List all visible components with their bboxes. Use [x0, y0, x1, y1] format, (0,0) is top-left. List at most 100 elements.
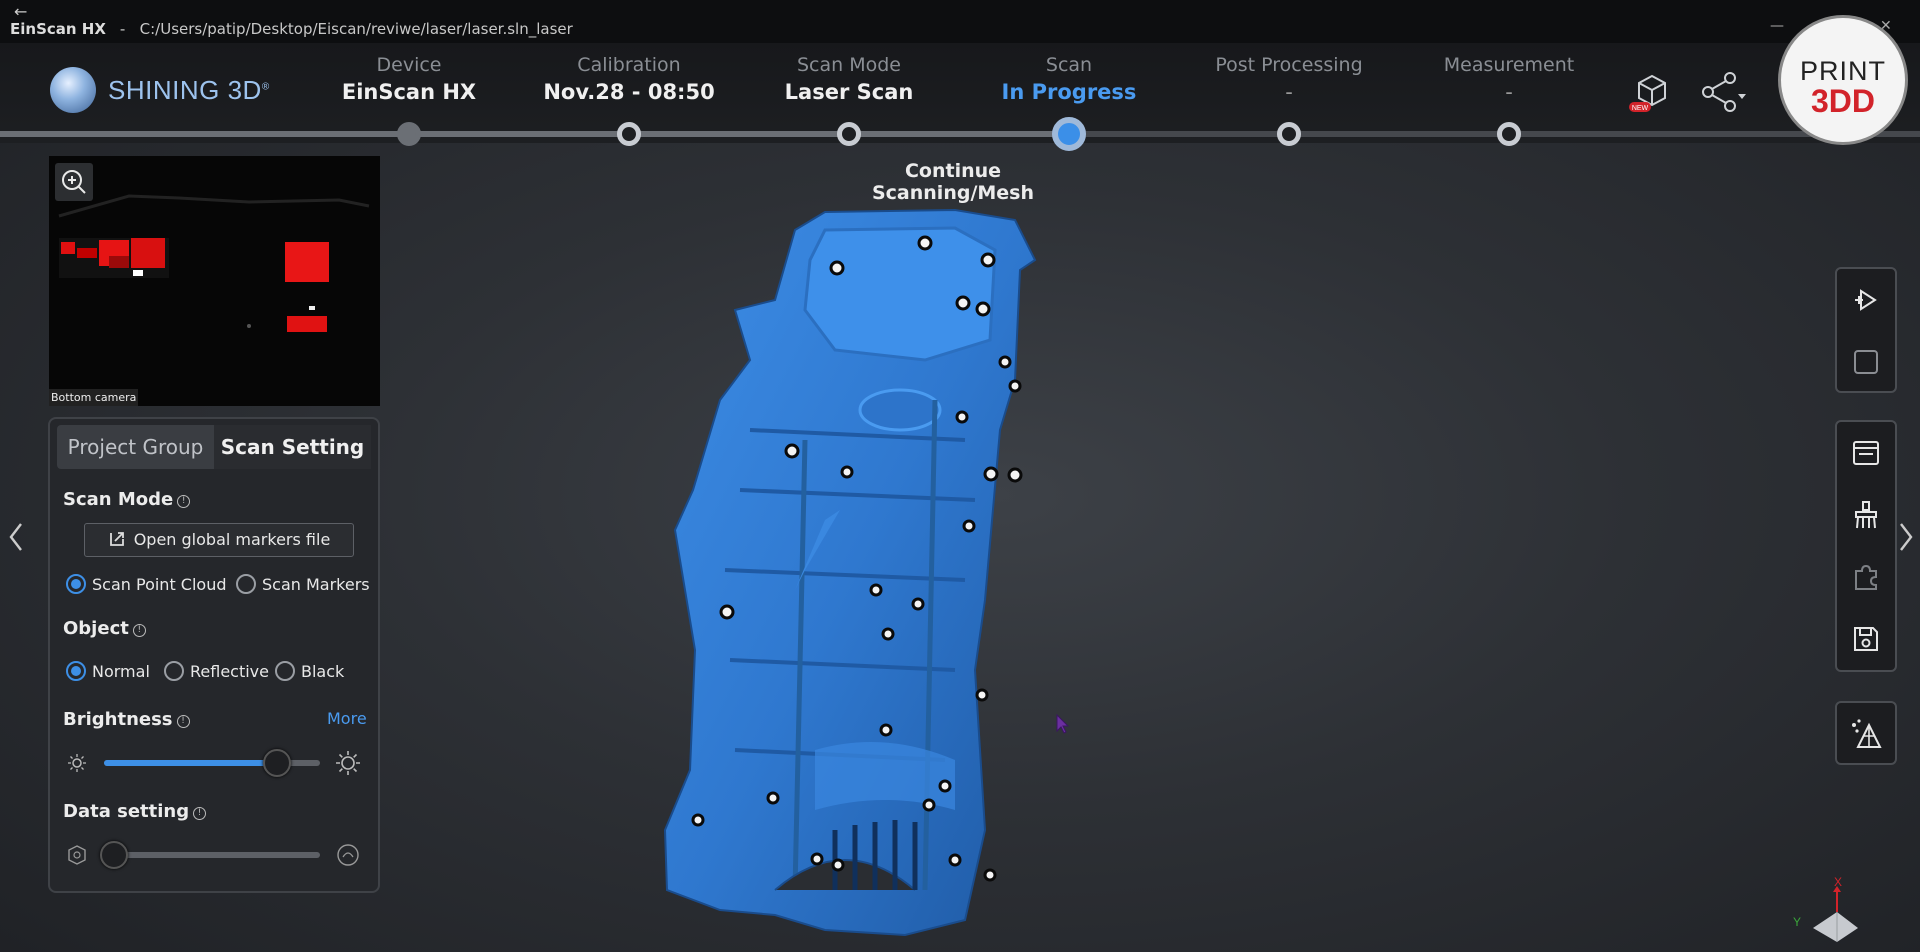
registered-mark: ® [261, 80, 270, 92]
object-heading: Object! [63, 618, 146, 639]
brightness-more-link[interactable]: More [327, 709, 367, 728]
step-value: Laser Scan [784, 80, 914, 104]
data-quality-high-icon [337, 844, 359, 866]
scan-mode-title: Scan Mode [63, 489, 174, 510]
scan-play-button[interactable] [1837, 269, 1895, 331]
window-icon [1853, 441, 1879, 465]
app-name: EinScan HX [10, 20, 106, 38]
step-node-device[interactable] [397, 122, 421, 146]
step-calibration[interactable]: Calibration Nov.28 - 08:50 [519, 54, 739, 104]
step-label: Device [376, 54, 442, 76]
title-bar: ← EinScan HX - C:/Users/patip/Desktop/Eis… [0, 0, 1920, 43]
radio-indicator [66, 661, 86, 681]
step-node-post-processing[interactable] [1277, 122, 1301, 146]
brightness-slider-fill [104, 760, 277, 766]
scan-settings-panel: Project Group Scan Setting Scan Mode! Op… [48, 417, 380, 893]
brightness-low-icon [68, 754, 86, 772]
tab-scan-setting[interactable]: Scan Setting [214, 425, 371, 469]
mesh-button[interactable] [1837, 703, 1895, 765]
processing-toolbar [1835, 420, 1897, 672]
step-device[interactable]: Device EinScan HX [299, 54, 519, 104]
step-node-measurement[interactable] [1497, 122, 1521, 146]
step-label: Scan Mode [797, 54, 901, 76]
info-icon[interactable]: ! [132, 624, 146, 637]
logo-sphere-icon [50, 67, 96, 113]
step-label: Measurement [1443, 54, 1575, 76]
stop-icon [1854, 350, 1878, 374]
back-arrow-icon[interactable]: ← [14, 2, 27, 21]
radio-indicator [66, 574, 86, 594]
share-icon[interactable] [1698, 66, 1748, 116]
data-setting-title: Data setting [63, 801, 190, 822]
clean-brush-icon [1855, 501, 1877, 529]
workflow-progress-fill [0, 131, 1070, 137]
step-post-processing[interactable]: Post Processing - [1179, 54, 1399, 104]
radio-indicator [164, 661, 184, 681]
scan-play-icon [1855, 289, 1877, 311]
clean-button[interactable] [1837, 484, 1895, 546]
right-panel-arrow-icon[interactable] [1896, 520, 1916, 562]
info-icon[interactable]: ! [177, 495, 191, 508]
object-title: Object [63, 618, 129, 639]
brightness-high-icon [336, 751, 360, 775]
info-icon[interactable]: ! [193, 807, 207, 820]
mesh-icon [1852, 719, 1882, 748]
align-button[interactable] [1837, 546, 1895, 608]
camera-caption: Bottom camera [49, 389, 139, 406]
radio-label: Reflective [190, 661, 269, 681]
brightness-slider-thumb[interactable] [262, 749, 291, 777]
step-value: EinScan HX [341, 80, 477, 104]
data-quality-low-icon [68, 845, 86, 865]
title-separator: - [119, 20, 126, 38]
open-global-markers-button[interactable]: Open global markers file [84, 523, 354, 557]
step-scan-mode[interactable]: Scan Mode Laser Scan [739, 54, 959, 104]
tab-project-group[interactable]: Project Group [57, 425, 214, 469]
step-node-calibration[interactable] [617, 122, 641, 146]
data-setting-slider-thumb[interactable] [100, 841, 128, 869]
radio-scan-point-cloud[interactable]: Scan Point Cloud [66, 574, 227, 594]
info-icon[interactable]: ! [176, 715, 190, 728]
window-title: EinScan HX - C:/Users/patip/Desktop/Eisca… [10, 20, 573, 38]
left-panel-arrow-icon[interactable] [6, 520, 26, 562]
minimize-button[interactable]: — [1770, 18, 1784, 34]
save-button[interactable] [1837, 608, 1895, 670]
radio-normal[interactable]: Normal [66, 661, 150, 681]
open-global-markers-label: Open global markers file [133, 530, 331, 549]
brand-logo: SHINING 3D® [50, 67, 270, 113]
camera-preview: Bottom camera [49, 156, 380, 406]
mouse-cursor-icon [1056, 713, 1070, 734]
brightness-title: Brightness [63, 709, 173, 730]
step-value: - [1505, 80, 1513, 104]
puzzle-icon [1855, 564, 1877, 590]
step-scan[interactable]: Scan In Progress [959, 54, 1179, 104]
radio-scan-markers[interactable]: Scan Markers [236, 574, 370, 594]
step-value: In Progress [1001, 80, 1137, 104]
step-measurement[interactable]: Measurement - [1399, 54, 1619, 104]
camera-zoom-button[interactable] [55, 163, 93, 201]
3d-model-new-icon[interactable]: NEW [1627, 68, 1677, 118]
step-node-scan-mode[interactable] [837, 122, 861, 146]
step-node-scan[interactable] [1052, 117, 1086, 151]
panel-tabs: Project Group Scan Setting [57, 425, 372, 469]
step-value: Nov.28 - 08:50 [543, 80, 715, 104]
step-label: Post Processing [1215, 54, 1363, 76]
scanned-3d-model[interactable] [655, 190, 1215, 950]
step-value: - [1285, 80, 1293, 104]
print3dd-watermark-logo: PRINT 3DD [1778, 15, 1908, 145]
radio-black[interactable]: Black [275, 661, 344, 681]
watermark-line2: 3DD [1810, 83, 1875, 119]
axis-orientation-gizmo: X Y [1793, 875, 1858, 942]
zoom-in-icon [62, 170, 86, 194]
data-setting-slider-track[interactable] [104, 852, 320, 858]
import-file-icon [109, 532, 124, 546]
scan-control-toolbar [1835, 267, 1897, 393]
radio-indicator [275, 661, 295, 681]
axis-y-label: Y [1793, 915, 1801, 929]
stop-button[interactable] [1837, 331, 1895, 393]
project-path: C:/Users/patip/Desktop/Eiscan/reviwe/las… [139, 20, 573, 38]
window-button[interactable] [1837, 422, 1895, 484]
brightness-heading: Brightness! [63, 709, 190, 730]
radio-label: Scan Point Cloud [92, 574, 227, 594]
radio-reflective[interactable]: Reflective [164, 661, 269, 681]
step-label: Calibration [577, 54, 681, 76]
